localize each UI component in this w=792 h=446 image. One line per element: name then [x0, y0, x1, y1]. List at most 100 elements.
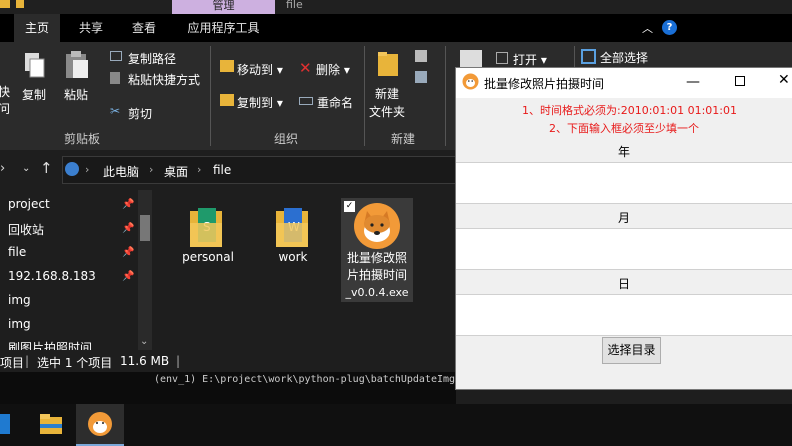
file-explorer-icon	[40, 414, 62, 434]
taskbar-explorer-button[interactable]	[27, 404, 75, 446]
move-to-button[interactable]: 移动到 ▾	[237, 61, 283, 78]
close-icon[interactable]: ✕	[778, 72, 790, 88]
tab-view[interactable]: 查看	[124, 14, 164, 42]
nav-item-project[interactable]: project	[8, 197, 50, 211]
new-item-icon[interactable]	[415, 50, 427, 62]
select-all-button[interactable]: 全部选择	[600, 49, 648, 66]
context-tab-manage[interactable]: 管理	[172, 0, 275, 14]
copy-button[interactable]: 复制	[22, 86, 46, 103]
forward-icon[interactable]: ›	[0, 161, 5, 176]
nav-scrollbar[interactable]	[138, 190, 152, 350]
new-group-label: 新建	[391, 132, 416, 146]
ribbon-divider	[364, 46, 365, 146]
up-arrow-icon[interactable]: ↑	[40, 159, 53, 177]
nav-item-img[interactable]: img	[8, 293, 31, 307]
delete-icon: ✕	[299, 59, 312, 77]
copy-to-icon	[220, 94, 234, 106]
copy-path-button[interactable]: 复制路径	[128, 50, 176, 67]
clipboard-group-label: 剪贴板	[64, 132, 101, 146]
file-label-exe-line1[interactable]: 批量修改照	[341, 250, 413, 267]
year-input[interactable]	[456, 162, 792, 204]
dialog-title: 批量修改照片拍摄时间	[484, 77, 605, 91]
day-input[interactable]	[456, 294, 792, 336]
start-partial-icon[interactable]	[0, 414, 10, 434]
nav-item-photo-time[interactable]: 刷图片拍照时间	[8, 339, 92, 350]
scroll-down-icon[interactable]: ⌄	[140, 336, 148, 347]
status-divider: |	[25, 354, 30, 368]
quick-access-icon[interactable]	[16, 0, 24, 8]
rename-button[interactable]: 重命名	[317, 94, 353, 111]
tab-share[interactable]: 共享	[66, 14, 116, 42]
scissors-icon: ✂	[110, 104, 121, 118]
new-folder-icon	[376, 50, 400, 81]
pin-icon[interactable]: 📌	[122, 199, 134, 210]
tab-app-tools[interactable]: 应用程序工具	[172, 14, 275, 42]
ribbon-divider	[210, 46, 211, 146]
file-label-personal[interactable]: personal	[170, 249, 246, 266]
tab-home[interactable]: 主页	[14, 14, 60, 42]
breadcrumb-desktop[interactable]: 桌面	[164, 163, 188, 180]
nav-item-network-share[interactable]: 192.168.8.183	[8, 269, 96, 283]
nav-scrollbar-thumb[interactable]	[140, 215, 150, 241]
paste-button[interactable]: 粘贴	[64, 86, 88, 103]
required-note: 2、下面输入框必须至少填一个	[549, 122, 699, 135]
status-size: 11.6 MB	[120, 354, 170, 368]
nav-item-file[interactable]: file	[8, 245, 26, 259]
nav-item-recycle-bin[interactable]: 回收站	[8, 221, 44, 238]
organize-group-label: 组织	[274, 132, 299, 146]
taskbar-app-button[interactable]	[76, 404, 124, 446]
breadcrumb-this-pc[interactable]: 此电脑	[103, 163, 139, 180]
help-icon[interactable]: ?	[662, 20, 677, 35]
app-exe-icon[interactable]	[353, 202, 401, 253]
breadcrumb-separator: ›	[197, 163, 202, 176]
properties-icon[interactable]	[460, 50, 482, 68]
month-label: 月	[617, 211, 630, 225]
file-label-exe-line2[interactable]: 片拍摄时间	[341, 267, 413, 284]
console-prompt: (env_1) E:\project\work\python-plug\batc…	[154, 374, 456, 385]
copy-to-button[interactable]: 复制到 ▾	[237, 94, 283, 111]
paste-shortcut-icon	[110, 72, 120, 84]
app-icon	[88, 412, 112, 436]
nav-item-img-2[interactable]: img	[8, 317, 31, 331]
ribbon-divider	[574, 46, 575, 68]
pin-icon[interactable]: 📌	[122, 223, 134, 234]
choose-directory-button[interactable]: 选择目录	[602, 337, 661, 364]
window-title: file	[286, 0, 303, 11]
explorer-title-bar	[0, 0, 792, 14]
status-item-count: 项目	[0, 356, 25, 370]
select-all-icon	[581, 49, 596, 64]
new-folder-button[interactable]: 新建	[375, 85, 399, 102]
paste-shortcut-button[interactable]: 粘贴快捷方式	[128, 71, 200, 88]
status-selected: 选中 1 个项目	[37, 356, 113, 370]
this-pc-icon	[65, 162, 79, 176]
pin-icon[interactable]: 📌	[122, 271, 134, 282]
rename-icon	[299, 97, 313, 105]
ribbon-divider	[445, 46, 446, 146]
collapse-ribbon-icon[interactable]: ︿	[642, 20, 653, 36]
move-to-icon	[220, 60, 234, 72]
cut-button[interactable]: 剪切	[128, 105, 152, 122]
copy-path-icon	[110, 51, 122, 61]
folder-icon	[0, 0, 10, 8]
paste-icon	[64, 50, 90, 83]
month-input[interactable]	[456, 228, 792, 270]
open-icon	[496, 52, 508, 64]
status-divider: |	[176, 354, 181, 368]
breadcrumb-separator: ›	[85, 163, 90, 176]
copy-icon	[24, 52, 46, 83]
open-button[interactable]: 打开 ▾	[513, 51, 547, 68]
easy-access-icon[interactable]	[415, 71, 427, 83]
file-label-exe-line3[interactable]: _v0.0.4.exe	[341, 284, 413, 301]
dialog-app-icon	[462, 73, 479, 93]
new-folder-button-line2[interactable]: 文件夹	[369, 103, 405, 120]
maximize-icon[interactable]	[735, 76, 745, 86]
file-label-work[interactable]: work	[255, 249, 331, 266]
pin-quick-access-button[interactable]: 快 问	[0, 84, 10, 118]
breadcrumb-file[interactable]: file	[213, 163, 231, 177]
folder-personal-icon[interactable]: S	[188, 205, 226, 252]
delete-button[interactable]: 删除 ▾	[316, 61, 350, 78]
pin-icon[interactable]: 📌	[122, 247, 134, 258]
folder-work-icon[interactable]: W	[274, 205, 312, 252]
chevron-down-icon[interactable]: ⌄	[22, 163, 30, 174]
minimize-icon[interactable]: —	[686, 74, 700, 90]
